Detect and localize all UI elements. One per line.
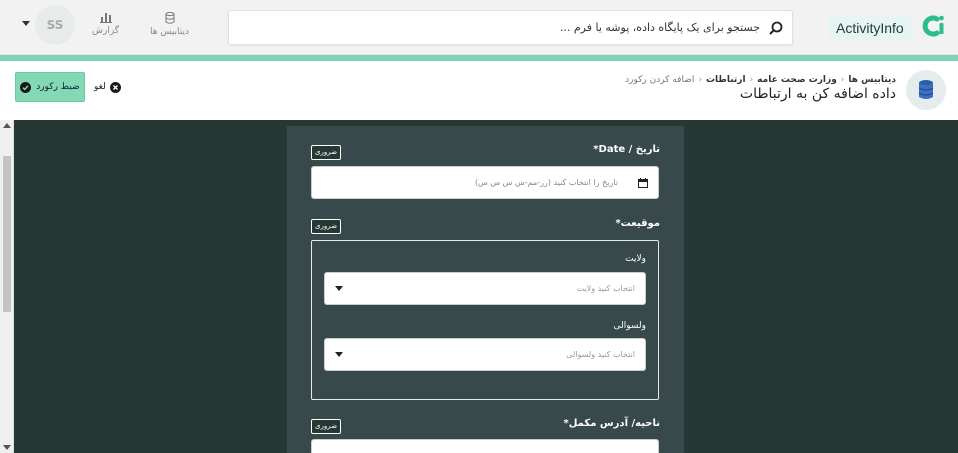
record-form: تاریخ / Date* ضروری تاریخ را انتخاب کنید… bbox=[287, 126, 684, 453]
date-input[interactable]: تاریخ را انتخاب کنید (رر-مم-س س س س) bbox=[311, 166, 659, 199]
required-badge: ضروری bbox=[311, 145, 342, 160]
address-input[interactable] bbox=[311, 439, 659, 453]
chevron-down-icon bbox=[335, 286, 343, 291]
chevron-down-icon bbox=[335, 352, 343, 357]
bar-chart-icon bbox=[99, 13, 112, 23]
nav-reports[interactable]: گزارش bbox=[92, 12, 119, 36]
cancel-button-label: لغو bbox=[94, 82, 106, 92]
save-button-label: ضبط رکورد bbox=[36, 82, 80, 92]
district-select[interactable]: انتخاب کنید ولسوالی bbox=[324, 338, 646, 371]
breadcrumb-item-ministry[interactable]: وزارت صحت عامه bbox=[757, 75, 837, 85]
chevron-icon: ‹ bbox=[698, 75, 702, 85]
chevron-icon: ‹ bbox=[840, 75, 845, 85]
chevron-icon: ‹ bbox=[749, 75, 754, 85]
vertical-scrollbar[interactable] bbox=[0, 120, 14, 453]
search-input[interactable] bbox=[240, 11, 760, 44]
district-label: ولسوالی bbox=[613, 321, 646, 331]
scroll-up-icon[interactable] bbox=[3, 123, 11, 128]
province-select[interactable]: انتخاب کنید ولایت bbox=[324, 272, 646, 305]
required-badge: ضروری bbox=[311, 419, 342, 434]
province-placeholder: انتخاب کنید ولایت bbox=[576, 284, 635, 293]
accent-strip bbox=[0, 55, 958, 61]
calendar-icon[interactable] bbox=[638, 178, 648, 188]
nav-databases[interactable]: دیتابیس ها bbox=[150, 12, 189, 37]
district-placeholder: انتخاب کنید ولسوالی bbox=[566, 350, 635, 359]
required-badge: ضروری bbox=[311, 219, 342, 234]
activityinfo-logo-icon[interactable] bbox=[922, 14, 946, 38]
database-stack-icon bbox=[918, 80, 934, 99]
breadcrumb-item-add-record: اضافه کردن رکورد bbox=[625, 75, 695, 85]
global-search[interactable] bbox=[228, 10, 793, 45]
top-bar: SS گزارش دیتابیس ها جستجو برای یک پایگاه… bbox=[0, 0, 958, 55]
save-record-button[interactable]: ضبط رکورد bbox=[15, 72, 85, 102]
user-avatar[interactable]: SS bbox=[35, 5, 75, 45]
page-title: داده اضافه کن به ارتباطات bbox=[739, 86, 896, 102]
date-field-label: تاریخ / Date* bbox=[593, 144, 660, 155]
account-menu-caret-icon[interactable] bbox=[22, 21, 30, 26]
close-circle-icon bbox=[109, 81, 121, 93]
date-placeholder: تاریخ را انتخاب کنید (رر-مم-س س س س) bbox=[474, 178, 618, 187]
province-label: ولایت bbox=[625, 254, 646, 264]
breadcrumb-item-databases[interactable]: دیتابیس ها bbox=[848, 75, 896, 85]
nav-databases-label: دیتابیس ها bbox=[150, 27, 190, 37]
breadcrumb: دیتابیس ها‹وزارت صحت عامه‹ارتباطات‹اضافه… bbox=[625, 75, 896, 85]
location-group: ولایت انتخاب کنید ولایت ولسوالی انتخاب ک… bbox=[311, 240, 659, 400]
form-database-badge bbox=[906, 70, 946, 110]
location-field-label: موقیعت* bbox=[615, 218, 660, 229]
scroll-down-icon[interactable] bbox=[3, 445, 11, 450]
database-icon bbox=[165, 12, 174, 24]
nav-reports-label: گزارش bbox=[92, 26, 120, 36]
check-circle-icon bbox=[20, 81, 32, 93]
scroll-thumb[interactable] bbox=[3, 156, 11, 312]
address-field-label: ناحیه/ آدرس مکمل* bbox=[563, 418, 660, 429]
app-logo-text[interactable]: ActivityInfo bbox=[829, 16, 911, 40]
app-window: SS گزارش دیتابیس ها جستجو برای یک پایگاه… bbox=[0, 0, 958, 453]
search-icon[interactable] bbox=[768, 20, 784, 36]
cancel-button[interactable]: لغو bbox=[94, 78, 121, 96]
breadcrumb-item-communications[interactable]: ارتباطات bbox=[706, 75, 746, 85]
